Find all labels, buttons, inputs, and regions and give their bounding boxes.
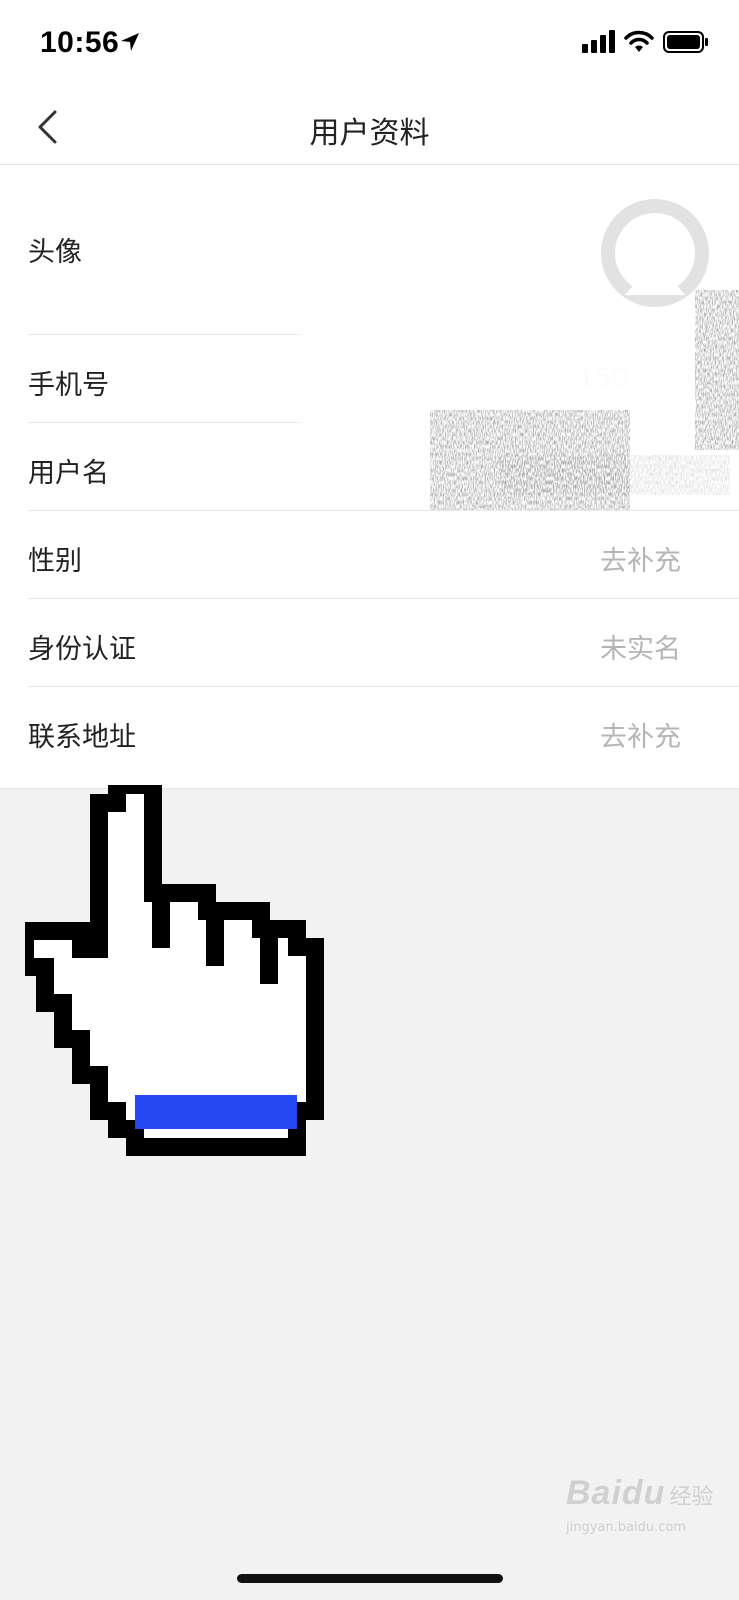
gender-value: 去补充 [600, 546, 681, 577]
hand-pointer-icon [25, 785, 324, 1156]
phone-value: 150 [577, 363, 629, 394]
home-indicator[interactable] [237, 1574, 503, 1583]
baidu-watermark: Baidu 经验 [566, 1474, 713, 1513]
address-row[interactable]: 联系地址 去补充 [28, 687, 739, 774]
avatar[interactable] [601, 199, 709, 307]
status-time: 10:56 [40, 26, 120, 59]
signal-icon [582, 30, 616, 58]
identity-value: 未实名 [600, 634, 681, 665]
username-value: 32 [646, 451, 681, 482]
nav-bar: 用户资料 [0, 88, 739, 165]
wifi-icon [624, 30, 654, 58]
page-title: 用户资料 [309, 116, 430, 151]
phone-label: 手机号 [28, 370, 109, 401]
watermark-sub: 经验 [669, 1485, 714, 1510]
username-label: 用户名 [28, 458, 109, 489]
watermark-logo: Baidu [566, 1474, 666, 1512]
identity-row[interactable]: 身份认证 未实名 [28, 599, 739, 687]
gender-row[interactable]: 性别 去补充 [28, 511, 739, 599]
phone-row[interactable]: 手机号 150 [28, 335, 739, 423]
address-label: 联系地址 [28, 722, 136, 753]
watermark-url: jingyan.baidu.com [566, 1520, 686, 1535]
status-bar: 10:56 [0, 0, 739, 88]
address-value: 去补充 [600, 722, 681, 753]
gender-label: 性别 [28, 546, 82, 577]
username-row[interactable]: 用户名 32 [28, 423, 739, 511]
avatar-row[interactable]: 头像 [28, 165, 739, 335]
identity-label: 身份认证 [28, 634, 136, 665]
profile-list: 头像 手机号 150 用户名 32 性别 去补充 身份认证 未实名 联系地址 去… [0, 165, 739, 789]
location-arrow-icon [120, 32, 140, 56]
avatar-label: 头像 [28, 237, 82, 268]
battery-icon [663, 31, 709, 57]
